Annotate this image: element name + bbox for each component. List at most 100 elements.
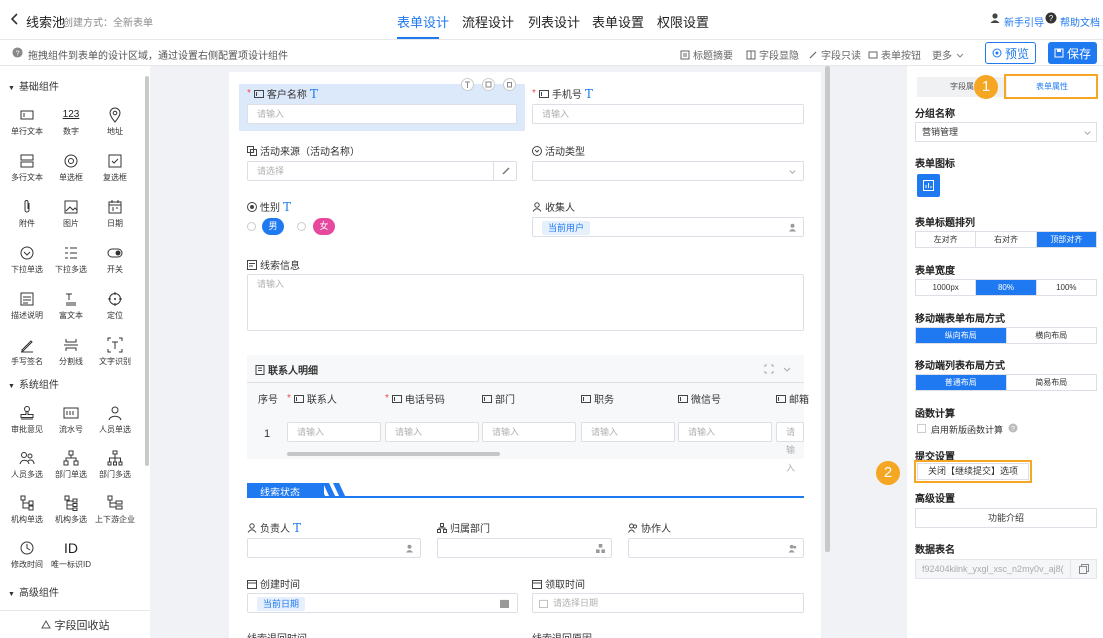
component-people[interactable]: 人员多选	[6, 450, 48, 486]
copy-icon[interactable]	[482, 78, 495, 91]
tab-form-settings[interactable]: 表单设置	[592, 12, 644, 31]
activity-type-select[interactable]	[532, 161, 804, 181]
dept-input[interactable]	[437, 538, 612, 558]
guide-link[interactable]: 新手引导	[1004, 14, 1044, 29]
component-description[interactable]: 描述说明	[6, 291, 48, 327]
owner-input[interactable]	[247, 538, 421, 558]
save-button[interactable]: 保存	[1048, 42, 1097, 64]
simple-layout-option[interactable]: 简易布局	[1007, 375, 1097, 390]
component-toggle[interactable]: 开关	[94, 245, 136, 281]
component-divider[interactable]: 分割线	[50, 337, 92, 373]
subtable-cell-input[interactable]: 请输入	[482, 422, 576, 442]
width-1000px-option[interactable]: 1000px	[916, 280, 977, 295]
component-crosshair[interactable]: 定位	[94, 291, 136, 327]
fullscreen-icon[interactable]	[764, 364, 774, 374]
width-100-option[interactable]: 100%	[1037, 280, 1096, 295]
group-title-2[interactable]: ▼ 高级组件	[8, 584, 59, 599]
component-pen[interactable]: 手写签名	[6, 337, 48, 373]
group-name-select[interactable]: 营销管理	[915, 122, 1097, 142]
user-select-icon[interactable]	[788, 223, 797, 232]
tab-form-design[interactable]: 表单设计	[397, 12, 449, 31]
component-image[interactable]: 图片	[50, 199, 92, 235]
help-link[interactable]: 帮助文档	[1060, 14, 1100, 29]
group-title-1[interactable]: ▼ 系统组件	[8, 376, 59, 391]
title-summary-button[interactable]: 标题摘要	[680, 47, 733, 62]
component-ocr[interactable]: 文字识别	[94, 337, 136, 373]
received-input[interactable]: 请选择日期	[532, 593, 804, 613]
component-dropdown[interactable]: 下拉单选	[6, 245, 48, 281]
align-top-option[interactable]: 顶部对齐	[1036, 232, 1096, 247]
field-visibility-button[interactable]: 字段显隐	[746, 47, 799, 62]
collapse-chevron-icon[interactable]	[782, 364, 792, 374]
component-serial[interactable]: 流水号	[50, 405, 92, 441]
delete-icon[interactable]	[503, 78, 516, 91]
align-left-option[interactable]: 左对齐	[916, 232, 977, 247]
phone-input[interactable]: 请输入	[532, 104, 804, 124]
tab-flow-design[interactable]: 流程设计	[462, 12, 514, 31]
group-title-0[interactable]: ▼ 基础组件	[8, 78, 59, 93]
canvas-scrollbar[interactable]	[825, 66, 830, 552]
align-right-option[interactable]: 右对齐	[976, 232, 1037, 247]
gender-radio-male[interactable]	[247, 222, 256, 231]
component-number[interactable]: 123 数字	[50, 107, 92, 143]
feature-intro-button[interactable]: 功能介绍	[915, 508, 1097, 528]
help-icon[interactable]: ?	[1008, 423, 1018, 433]
gender-option-male[interactable]: 男	[262, 218, 284, 235]
back-arrow-icon[interactable]	[8, 12, 22, 26]
component-single-line-text[interactable]: 单行文本	[6, 107, 48, 143]
text-format-icon[interactable]	[461, 78, 474, 91]
preview-button[interactable]: 预览	[985, 42, 1036, 64]
more-button[interactable]: 更多	[932, 47, 965, 62]
func-calc-checkbox[interactable]	[917, 424, 926, 433]
gender-radio-female[interactable]	[297, 222, 306, 231]
component-radio[interactable]: 单选框	[50, 153, 92, 189]
calendar-select-icon[interactable]	[500, 599, 509, 608]
left-scrollbar[interactable]	[145, 76, 149, 466]
collector-input[interactable]: 当前用户	[532, 217, 804, 237]
customer-name-input[interactable]: 请输入	[247, 104, 517, 124]
component-location-pin[interactable]: 地址	[94, 107, 136, 143]
subtable-cell-input[interactable]: 请输入	[287, 422, 381, 442]
component-org-multi[interactable]: 部门多选	[94, 450, 136, 486]
source-select[interactable]: 请选择	[247, 161, 517, 181]
subtable-cell-input[interactable]: 请输入	[581, 422, 675, 442]
normal-layout-option[interactable]: 普通布局	[916, 375, 1007, 390]
copy-table-name-button[interactable]	[1071, 559, 1097, 579]
component-person[interactable]: 人员单选	[94, 405, 136, 441]
field-readonly-button[interactable]: 字段只读	[808, 47, 861, 62]
tab-list-design[interactable]: 列表设计	[528, 12, 580, 31]
component-supply-chain[interactable]: 上下游企业	[94, 495, 136, 531]
subtable-cell-input[interactable]: 请输入	[678, 422, 772, 442]
gender-option-female[interactable]: 女	[313, 218, 335, 235]
created-input[interactable]: 当前日期	[247, 593, 518, 613]
component-institution[interactable]: 机构单选	[6, 495, 48, 531]
form-buttons-button[interactable]: 表单按钮	[868, 47, 921, 62]
component-paperclip[interactable]: 附件	[6, 199, 48, 235]
component-stamp[interactable]: 审批意见	[6, 405, 48, 441]
component-org[interactable]: 部门单选	[50, 450, 92, 486]
component-id[interactable]: ID 唯一标识ID	[50, 540, 92, 576]
tab-permission-settings[interactable]: 权限设置	[657, 12, 709, 31]
subtable-cell-input[interactable]: 请输入	[385, 422, 479, 442]
component-multi-line-text[interactable]: 多行文本	[6, 153, 48, 189]
user-select-icon[interactable]	[405, 544, 414, 553]
data-table-input[interactable]: f92404kilnk_yxgl_xsc_n2my0v_aj8(	[915, 559, 1071, 579]
vertical-layout-option[interactable]: 纵向布局	[916, 328, 1007, 343]
field-recycle-bin[interactable]: 字段回收站	[0, 610, 150, 638]
subtable-scrollbar[interactable]	[287, 452, 500, 456]
horizontal-layout-option[interactable]: 横向布局	[1007, 328, 1097, 343]
component-rich-text[interactable]: 富文本	[50, 291, 92, 327]
component-clock[interactable]: 修改时间	[6, 540, 48, 576]
lead-info-textarea[interactable]: 请输入	[247, 274, 804, 331]
component-dropdown-multi[interactable]: 下拉多选	[50, 245, 92, 281]
source-link-button[interactable]	[493, 161, 517, 181]
users-select-icon[interactable]	[788, 544, 798, 553]
component-institution-multi[interactable]: 机构多选	[50, 495, 92, 531]
subtable-cell-input[interactable]: 请输入	[776, 422, 804, 473]
form-icon-picker[interactable]	[917, 174, 940, 197]
org-select-icon[interactable]	[596, 544, 605, 553]
width-80-option[interactable]: 80%	[976, 280, 1037, 295]
collab-input[interactable]	[628, 538, 804, 558]
component-checkbox[interactable]: 复选框	[94, 153, 136, 189]
component-calendar[interactable]: 日期	[94, 199, 136, 235]
